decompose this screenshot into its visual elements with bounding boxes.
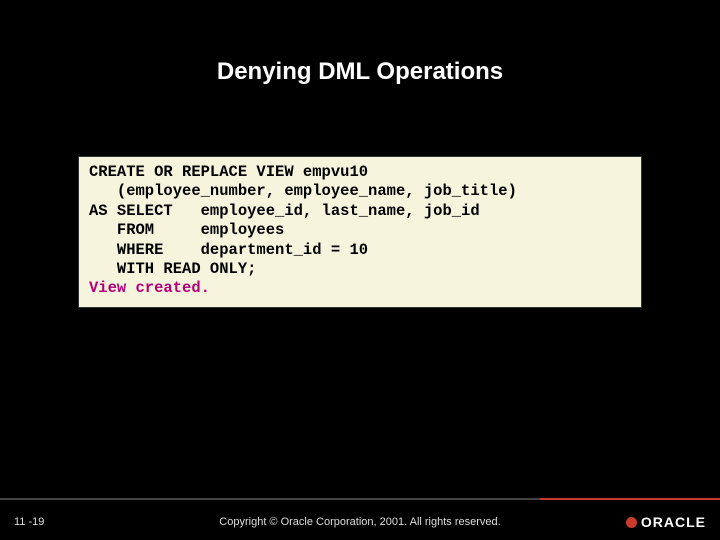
copyright-text: Copyright © Oracle Corporation, 2001. Al… — [0, 516, 720, 528]
sql-code-block: CREATE OR REPLACE VIEW empvu10 (employee… — [78, 156, 642, 308]
code-result: View created. — [89, 279, 631, 298]
code-line: CREATE OR REPLACE VIEW empvu10 — [89, 163, 631, 182]
oracle-logo: ORACLE — [626, 514, 706, 530]
code-line: WHERE department_id = 10 — [89, 241, 631, 260]
footer-divider — [0, 498, 720, 500]
slide-footer: 11 -19 Copyright © Oracle Corporation, 2… — [0, 498, 720, 540]
slide-title: Denying DML Operations — [0, 0, 720, 96]
code-line: FROM employees — [89, 221, 631, 240]
code-line: AS SELECT employee_id, last_name, job_id — [89, 202, 631, 221]
code-line: WITH READ ONLY; — [89, 260, 631, 279]
code-line: (employee_number, employee_name, job_tit… — [89, 182, 631, 201]
oracle-dot-icon — [626, 517, 637, 528]
oracle-brand-text: ORACLE — [641, 514, 706, 530]
